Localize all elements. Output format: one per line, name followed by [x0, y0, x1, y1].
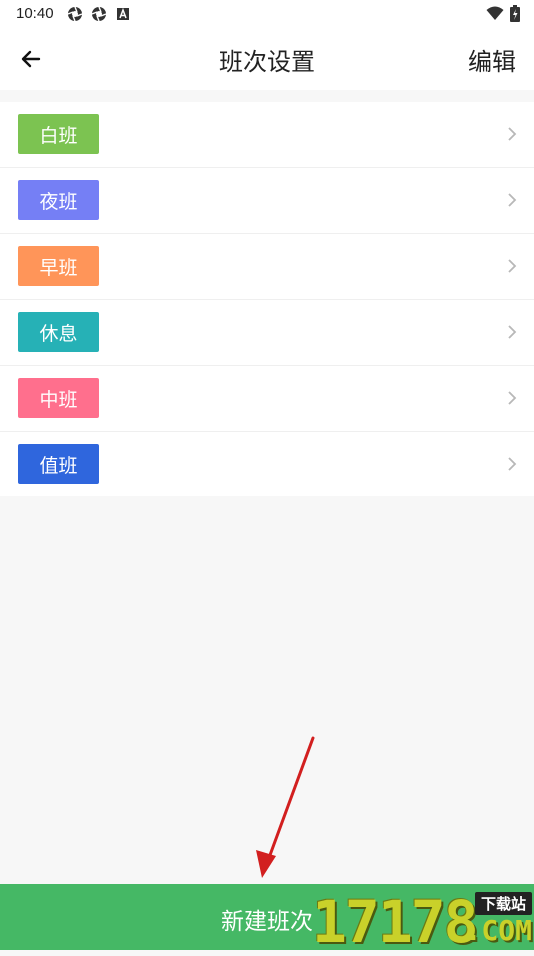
chevron-right-icon — [508, 127, 517, 141]
shift-tag: 白班 — [18, 114, 99, 154]
new-shift-button[interactable]: 新建班次 — [0, 884, 534, 950]
shift-row[interactable]: 值班 — [0, 432, 534, 496]
shift-row[interactable]: 夜班 — [0, 168, 534, 234]
shutter-icon — [91, 6, 107, 22]
status-time: 10:40 — [16, 5, 54, 22]
back-button[interactable] — [14, 42, 48, 76]
status-notification-icons — [67, 6, 131, 22]
page-title: 班次设置 — [219, 48, 315, 76]
shift-tag: 中班 — [18, 378, 99, 418]
status-bar: 10:40 — [0, 0, 534, 28]
chevron-right-icon — [508, 325, 517, 339]
app-bar: 班次设置 编辑 — [0, 28, 534, 90]
wifi-icon — [486, 6, 504, 20]
edit-button[interactable]: 编辑 — [468, 42, 516, 77]
shift-row[interactable]: 白班 — [0, 102, 534, 168]
android-a-icon — [117, 7, 129, 20]
shift-list: 白班夜班早班休息中班值班 — [0, 102, 534, 496]
shift-row[interactable]: 休息 — [0, 300, 534, 366]
arrow-left-icon — [21, 50, 41, 68]
chevron-right-icon — [508, 259, 517, 273]
shift-tag: 值班 — [18, 444, 99, 484]
status-system-icons — [486, 5, 520, 22]
shift-tag: 早班 — [18, 246, 99, 286]
new-shift-label: 新建班次 — [221, 909, 313, 935]
chevron-right-icon — [508, 457, 517, 471]
shift-row[interactable]: 早班 — [0, 234, 534, 300]
shift-tag: 休息 — [18, 312, 99, 352]
shutter-icon — [67, 6, 83, 22]
shift-tag: 夜班 — [18, 180, 99, 220]
chevron-right-icon — [508, 193, 517, 207]
battery-icon — [510, 5, 520, 22]
shift-row[interactable]: 中班 — [0, 366, 534, 432]
chevron-right-icon — [508, 391, 517, 405]
